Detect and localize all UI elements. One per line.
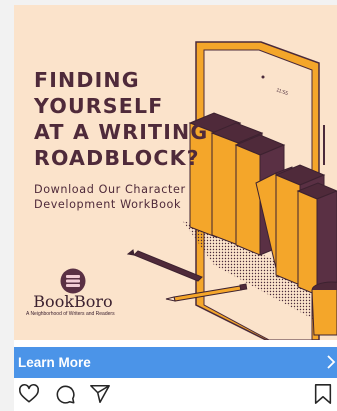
comment-icon[interactable] xyxy=(54,383,76,405)
ad-headline: FINDING YOURSELF AT A WRITING ROADBLOCK? xyxy=(34,67,208,171)
ad-image[interactable]: 11:55 FINDING YOURSELF AT A WRITING ROAD… xyxy=(14,5,337,340)
headline-line: ROADBLOCK? xyxy=(34,146,200,170)
share-icon[interactable] xyxy=(89,383,111,405)
subline-line: Download Our Character xyxy=(34,183,186,196)
subline-line: Development WorkBook xyxy=(34,198,182,211)
learn-more-label: Learn More xyxy=(18,355,91,370)
learn-more-button[interactable]: Learn More xyxy=(14,347,337,378)
headline-line: AT A WRITING xyxy=(34,120,209,144)
headline-line: YOURSELF xyxy=(34,94,164,118)
bookmark-icon[interactable] xyxy=(312,383,334,405)
mug xyxy=(311,281,337,336)
pen xyxy=(126,249,203,282)
brand-name: BookBoro xyxy=(33,292,113,311)
headline-line: FINDING xyxy=(34,68,140,92)
sponsored-post-card: 11:55 FINDING YOURSELF AT A WRITING ROAD… xyxy=(14,5,337,411)
post-actions-bar xyxy=(14,381,337,411)
bookboro-logo-icon xyxy=(60,268,86,294)
brand-tagline: A Neighborhood of Writers and Readers xyxy=(26,311,115,317)
ad-subline: Download Our Character Development WorkB… xyxy=(34,182,186,212)
heart-icon[interactable] xyxy=(18,383,40,405)
chevron-right-icon xyxy=(327,355,336,369)
brand-logo: BookBoro A Neighborhood of Writers and R… xyxy=(26,268,115,317)
